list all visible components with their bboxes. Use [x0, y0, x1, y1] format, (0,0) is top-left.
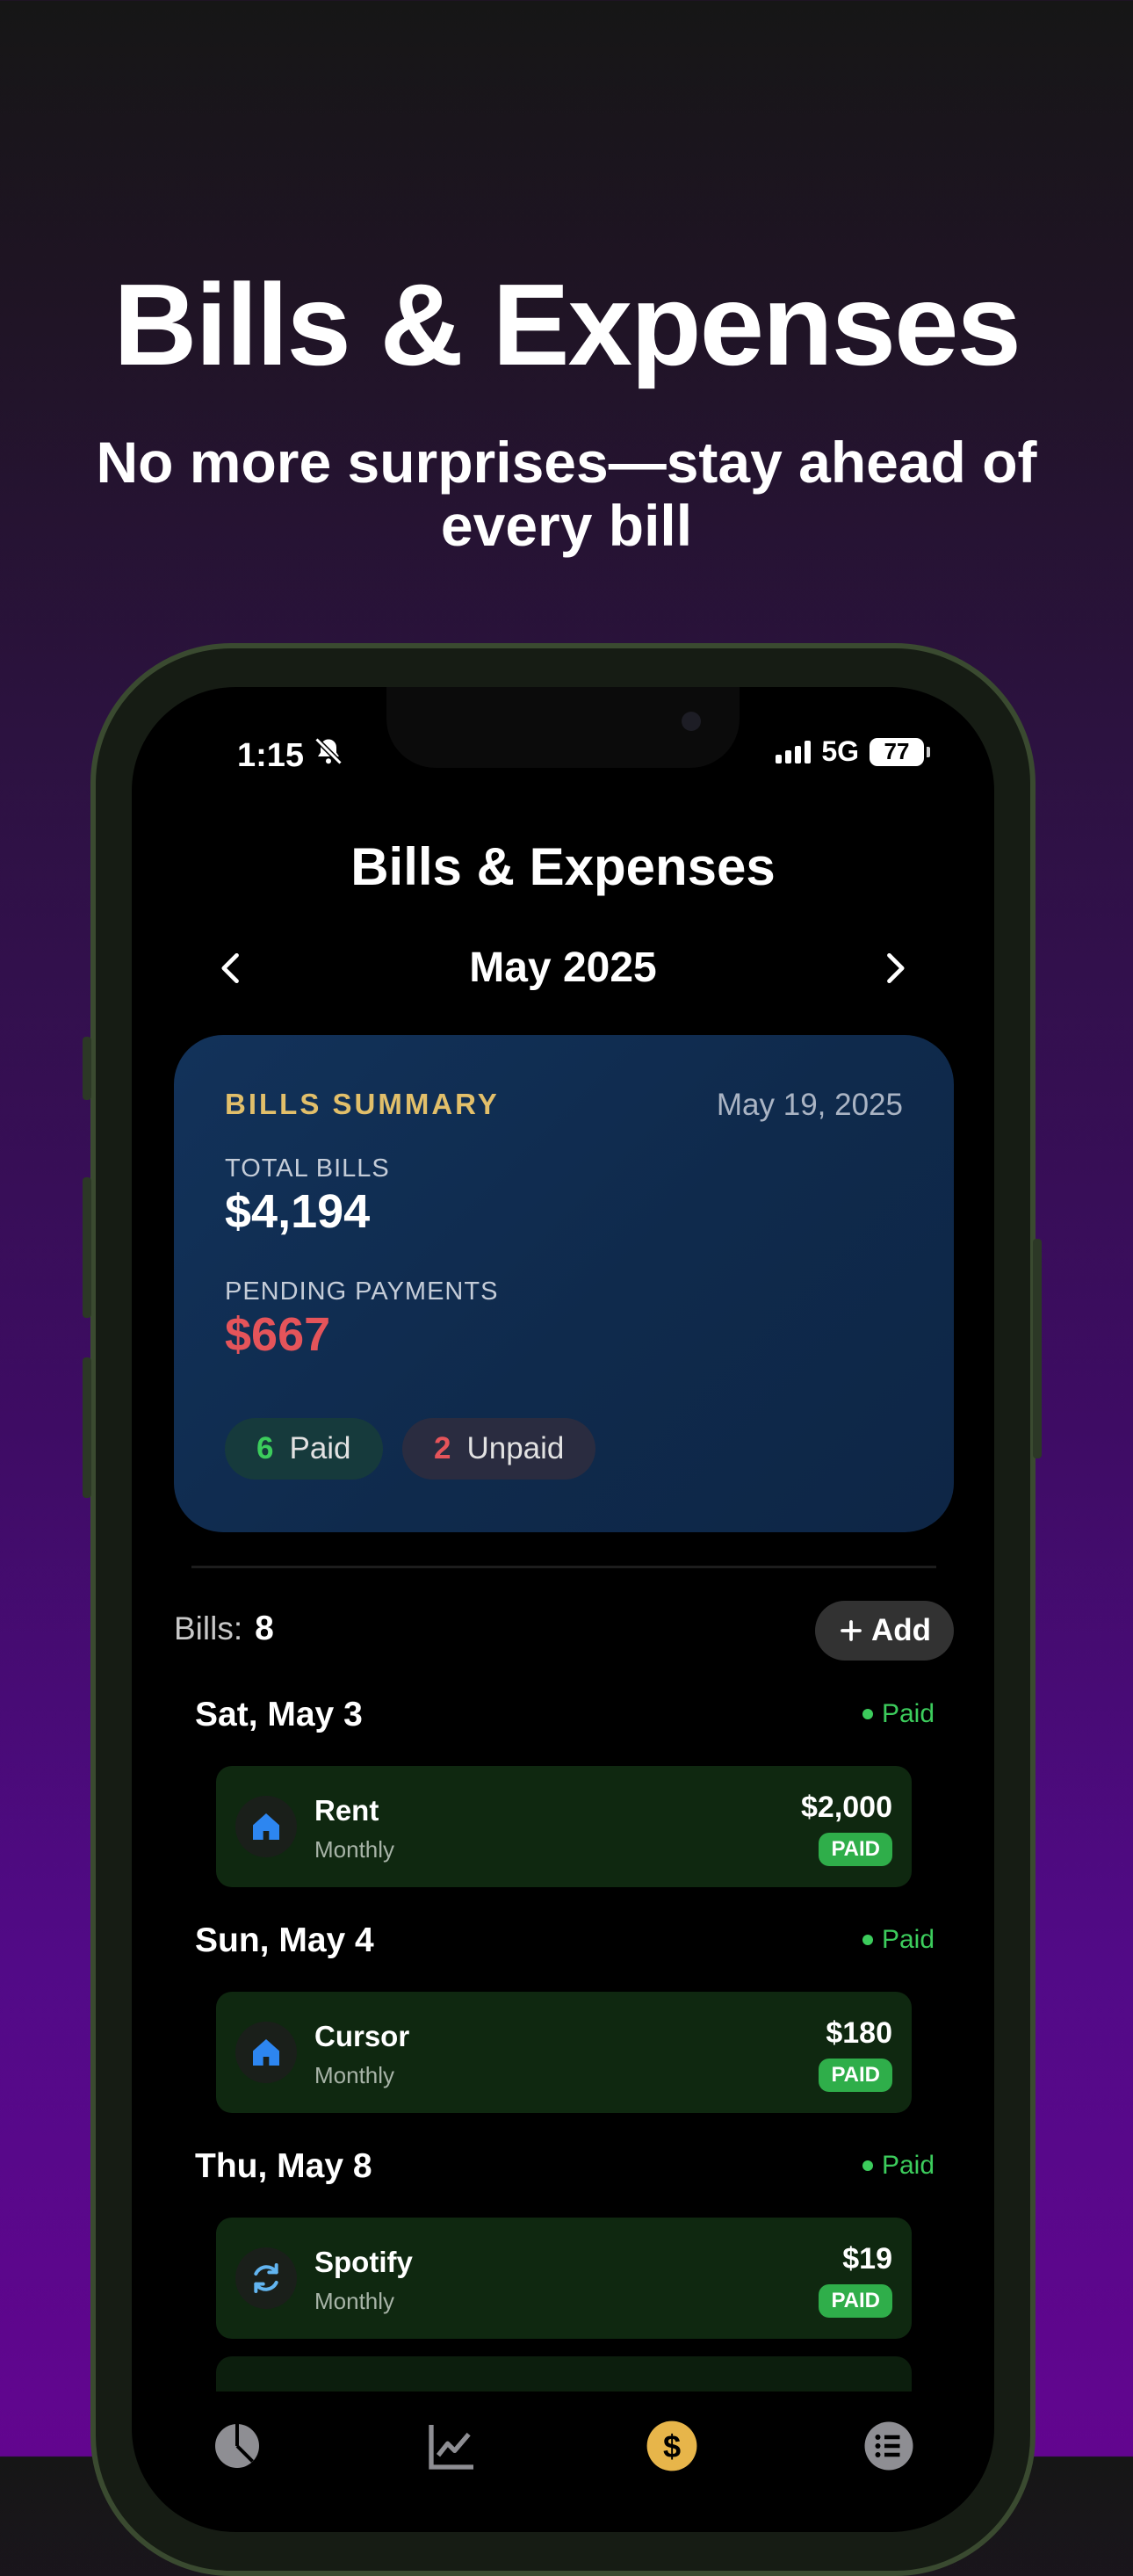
summary-heading: BILLS SUMMARY: [225, 1088, 500, 1120]
battery-icon: 77: [870, 737, 930, 766]
bill-amount: $2,000: [801, 1791, 892, 1824]
bill-card[interactable]: Rent Monthly $2,000 PAID: [216, 1766, 912, 1887]
paid-badge: PAID: [819, 2284, 892, 2318]
status-bar-right: 5G 77: [776, 735, 930, 768]
month-label: May 2025: [469, 944, 657, 991]
cellular-signal-icon: [776, 740, 812, 763]
pie-chart-icon: [215, 2424, 259, 2468]
hero-title: Bills & Expenses: [113, 260, 1021, 389]
summary-date: May 19, 2025: [716, 1088, 903, 1122]
network-type: 5G: [821, 735, 859, 767]
tab-trends[interactable]: [424, 2418, 480, 2474]
bills-summary-card: BILLS SUMMARY May 19, 2025 TOTAL BILLS $…: [174, 1035, 954, 1532]
add-button-label: Add: [870, 1613, 932, 1647]
unpaid-filter-pill[interactable]: 2 Unpaid: [402, 1418, 596, 1480]
bill-frequency: Monthly: [314, 2288, 395, 2314]
phone-side-button: [1033, 1239, 1042, 1458]
pending-payments-value: $667: [225, 1308, 331, 1361]
day-status: Paid: [862, 1699, 935, 1729]
day-status: Paid: [862, 2151, 935, 2181]
add-bill-button[interactable]: Add: [815, 1601, 954, 1661]
bill-card[interactable]: Cursor Monthly $180 PAID: [216, 1992, 912, 2113]
unpaid-label: Unpaid: [466, 1431, 565, 1465]
total-bills-value: $4,194: [225, 1185, 371, 1238]
status-dot-icon: [862, 2160, 873, 2171]
paid-label: Paid: [289, 1431, 351, 1465]
bill-amount: $180: [826, 2016, 892, 2050]
total-bills-label: TOTAL BILLS: [225, 1154, 390, 1183]
pending-payments-label: PENDING PAYMENTS: [225, 1277, 499, 1306]
chevron-right-icon: [887, 952, 905, 984]
bill-card[interactable]: Spotify Monthly $19 PAID: [216, 2218, 912, 2339]
svg-text:$: $: [663, 2428, 681, 2464]
bill-frequency: Monthly: [314, 1836, 395, 1863]
status-time: 1:15: [237, 736, 305, 774]
bill-amount: $19: [842, 2242, 892, 2276]
hero-subtitle: No more surprises—stay ahead of every bi…: [96, 430, 1037, 558]
bell-slash-icon: [313, 735, 344, 776]
bill-card[interactable]: [216, 2356, 912, 2391]
phone-side-button: [83, 1177, 91, 1318]
day-status: Paid: [862, 1925, 935, 1955]
next-month-button[interactable]: [875, 949, 913, 988]
house-icon: [235, 1796, 297, 1857]
phone-screen: 1:15 5G 77 Bills & Expenses May 2025 BIL…: [132, 687, 994, 2532]
day-header: Sat, May 3: [195, 1696, 363, 1733]
battery-level: 77: [884, 738, 910, 764]
bill-name: Cursor: [314, 2020, 410, 2052]
refresh-icon: [235, 2247, 297, 2309]
bill-frequency: Monthly: [314, 2062, 395, 2088]
front-camera: [682, 712, 701, 731]
dynamic-island: [386, 687, 740, 768]
phone-side-button: [83, 1357, 91, 1498]
tab-overview[interactable]: [209, 2418, 265, 2474]
status-dot-icon: [862, 1935, 873, 1945]
page-title: Bills & Expenses: [350, 837, 776, 896]
day-status-label: Paid: [881, 2151, 935, 2180]
trend-chart-icon: [429, 2425, 473, 2470]
house-icon: [235, 2022, 297, 2083]
bills-count: Bills: 8: [174, 1610, 274, 1648]
month-selector: May 2025: [132, 942, 994, 995]
status-bar-left: 1:15: [237, 735, 344, 776]
phone-side-button: [83, 1037, 91, 1100]
bill-name: Spotify: [314, 2246, 413, 2278]
paid-count: 6: [256, 1431, 274, 1465]
list-icon: [864, 2421, 913, 2471]
paid-badge: PAID: [819, 2059, 892, 2092]
plus-icon: [841, 1620, 862, 1641]
status-dot-icon: [862, 1709, 873, 1719]
tab-list[interactable]: [861, 2418, 917, 2474]
dollar-coin-icon: $: [646, 2420, 697, 2471]
day-header: Thu, May 8: [195, 2147, 372, 2185]
paid-badge: PAID: [819, 1833, 892, 1866]
bills-count-label: Bills:: [174, 1610, 243, 1646]
bill-name: Rent: [314, 1794, 379, 1827]
day-status-label: Paid: [881, 1699, 935, 1728]
unpaid-count: 2: [434, 1431, 451, 1465]
divider: [191, 1566, 936, 1568]
tab-bar: $: [132, 2409, 994, 2532]
day-header: Sun, May 4: [195, 1921, 374, 1959]
day-status-label: Paid: [881, 1925, 935, 1954]
paid-filter-pill[interactable]: 6 Paid: [225, 1418, 383, 1480]
bills-count-value: 8: [255, 1610, 274, 1647]
tab-bills[interactable]: $: [644, 2418, 700, 2474]
